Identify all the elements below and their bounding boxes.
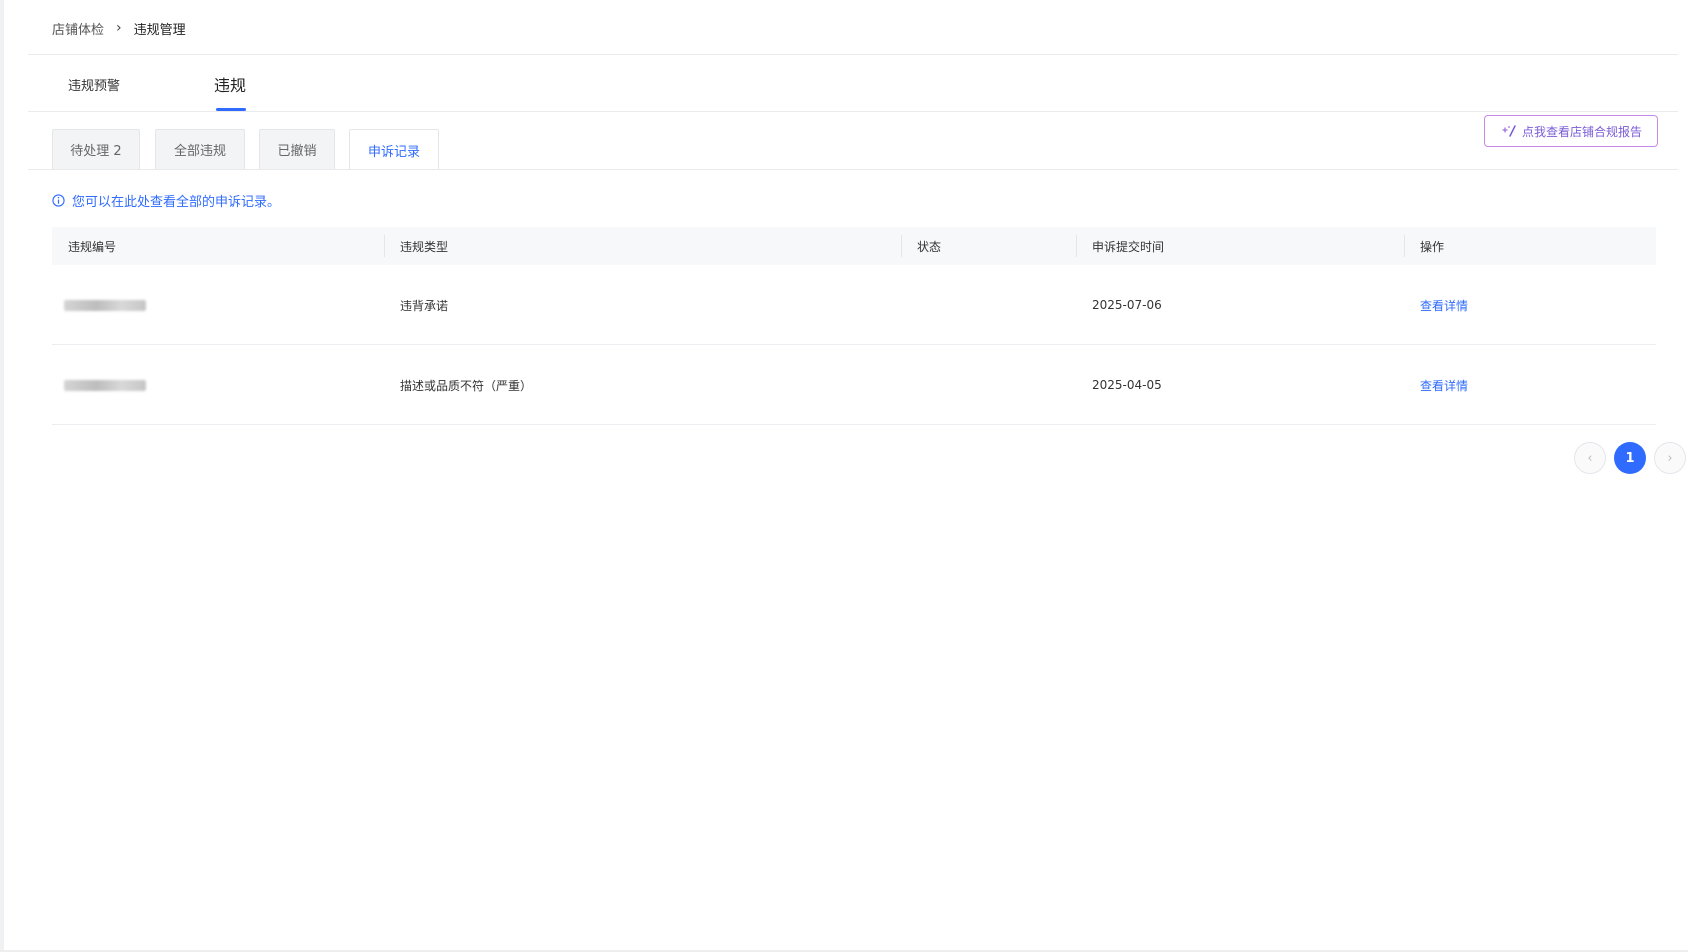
magic-wand-icon — [1500, 124, 1518, 138]
subtabs-divider — [28, 169, 1678, 170]
tab-violation-warning[interactable]: 违规预警 — [68, 56, 120, 112]
compliance-report-button[interactable]: 点我查看店铺合规报告 — [1484, 115, 1658, 147]
primary-tabs: 违规预警 违规 — [28, 56, 1678, 112]
column-separator — [1404, 235, 1405, 257]
chevron-left-icon: ‹ — [1587, 450, 1593, 466]
column-header-violation-type: 违规类型 — [400, 239, 449, 254]
header-divider — [28, 54, 1678, 55]
column-header-action: 操作 — [1420, 239, 1445, 254]
cell-submit-time: 2025-04-05 — [1092, 378, 1162, 392]
prev-page-button[interactable]: ‹ — [1574, 442, 1606, 474]
tabs-divider — [28, 111, 1678, 112]
subtab-all-violations[interactable]: 全部违规 — [155, 129, 245, 169]
appeal-records-table: 违规编号 违规类型 状态 申诉提交时间 操作 违背承诺 2025-07-06 查… — [52, 227, 1656, 425]
column-separator — [384, 235, 385, 257]
table-header: 违规编号 违规类型 状态 申诉提交时间 操作 — [52, 227, 1656, 265]
redacted-violation-id — [64, 299, 146, 311]
info-notice: 您可以在此处查看全部的申诉记录。 — [52, 190, 280, 210]
cell-violation-id — [64, 345, 146, 425]
cell-violation-type: 违背承诺 — [400, 298, 449, 313]
view-details-link[interactable]: 查看详情 — [1420, 265, 1468, 345]
next-page-button[interactable]: › — [1654, 442, 1686, 474]
column-separator — [1076, 235, 1077, 257]
window-left-edge — [0, 0, 4, 952]
subtab-revoked[interactable]: 已撤销 — [259, 129, 335, 169]
table-row: 描述或品质不符（严重） 2025-04-05 查看详情 — [52, 345, 1656, 425]
subtab-appeal-records[interactable]: 申诉记录 — [349, 129, 439, 170]
cell-violation-type: 描述或品质不符（严重） — [400, 378, 533, 393]
pagination: ‹ 1 › — [1574, 442, 1688, 474]
column-header-submit-time: 申诉提交时间 — [1092, 239, 1165, 254]
cell-submit-time: 2025-07-06 — [1092, 298, 1162, 312]
cell-violation-id — [64, 265, 146, 345]
breadcrumb-separator-icon: › — [116, 20, 122, 36]
info-notice-text: 您可以在此处查看全部的申诉记录。 — [72, 194, 281, 210]
tab-violation[interactable]: 违规 — [214, 56, 246, 112]
violation-management-page: 店铺体检 › 违规管理 违规预警 违规 待处理 2 全部违规 已撤销 申诉记录 … — [28, 0, 1686, 950]
redacted-violation-id — [64, 379, 146, 391]
info-icon — [52, 193, 65, 207]
page-1-button[interactable]: 1 — [1614, 442, 1646, 474]
breadcrumb: 店铺体检 › 违规管理 — [52, 18, 186, 38]
table-row: 违背承诺 2025-07-06 查看详情 — [52, 265, 1656, 345]
chevron-right-icon: › — [1667, 450, 1673, 466]
subtab-pending[interactable]: 待处理 2 — [52, 129, 140, 169]
compliance-report-label: 点我查看店铺合规报告 — [1521, 124, 1642, 139]
column-header-status: 状态 — [917, 239, 942, 254]
column-header-violation-id: 违规编号 — [68, 239, 117, 254]
breadcrumb-item-violation-management: 违规管理 — [133, 22, 186, 38]
column-separator — [901, 235, 902, 257]
breadcrumb-item-store-check[interactable]: 店铺体检 — [52, 19, 104, 38]
view-details-link[interactable]: 查看详情 — [1420, 345, 1468, 425]
